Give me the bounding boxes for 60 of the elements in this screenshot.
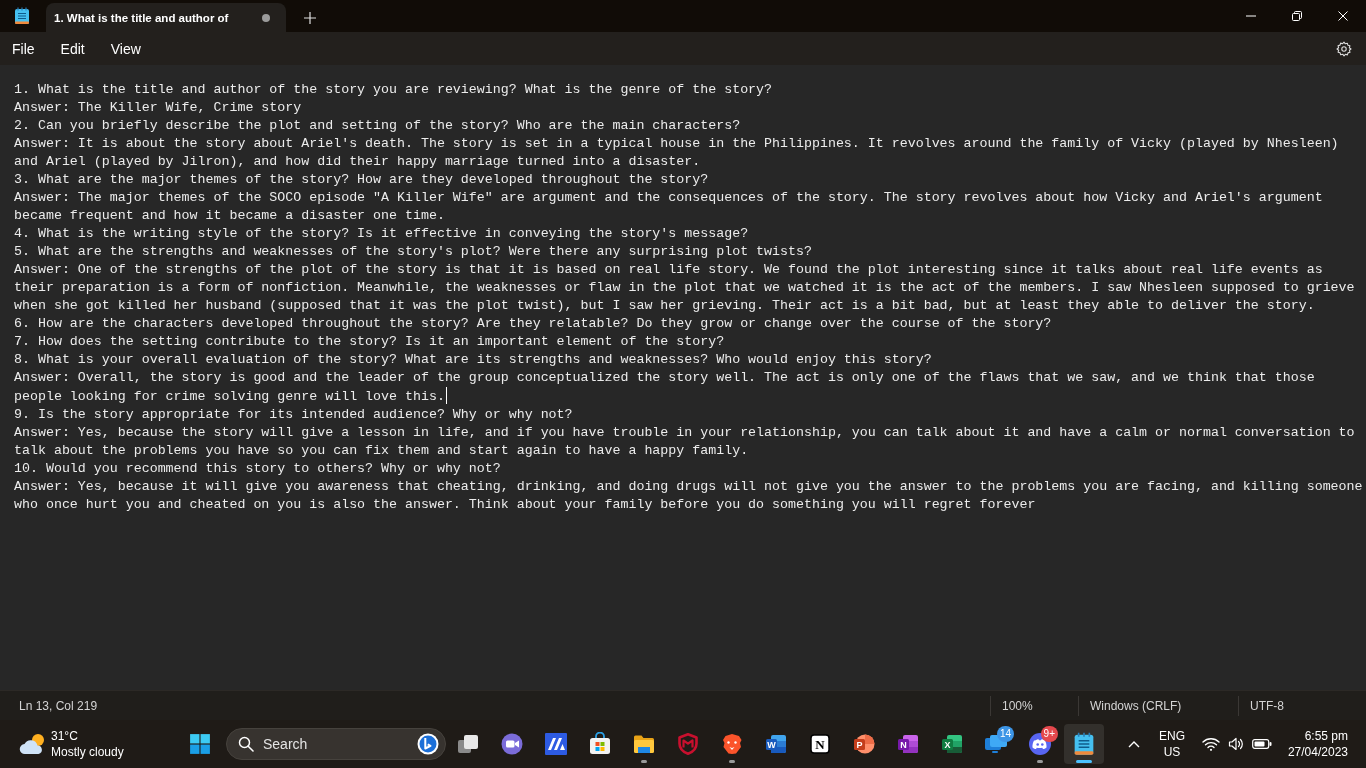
menu-button[interactable]: File — [0, 34, 48, 63]
letter-disc-icon[interactable]: P — [852, 732, 876, 756]
language-button[interactable]: ENG US — [1152, 724, 1192, 764]
shield-icon[interactable] — [676, 732, 700, 756]
taskbar-app-button[interactable]: N — [800, 724, 840, 764]
restore-icon[interactable] — [1292, 11, 1302, 21]
settings-icon[interactable] — [1336, 40, 1352, 57]
lion-head-icon[interactable] — [720, 732, 744, 756]
weather-button[interactable]: 31°C Mostly cloudy — [0, 724, 180, 764]
taskbar-app-button[interactable]: 9+ — [1020, 724, 1060, 764]
circle-logo-icon[interactable] — [417, 733, 439, 755]
text-line: 8. What is your overall evaluation of the story? What are its strengths and weaknesses? Who would enjoy this story? — [14, 352, 932, 367]
taskbar-app-button[interactable] — [1064, 724, 1104, 764]
text-line: Answer: The major themes of the SOCO episode "A Killer Wife" are argument and the consequences of the story. The story revolves about how Vicky and Ariel's argument became frequent and how it became a disaster one time. — [14, 190, 1324, 223]
notification-badge: 14 — [996, 726, 1014, 742]
text-line: 9. Is the story appropriate for its intended audience? Why or why not? — [14, 407, 573, 422]
battery-icon[interactable] — [1252, 739, 1272, 749]
text-line: 1. What is the title and author of the story you are reviewing? What is the genre of the story? — [14, 82, 773, 97]
notification-badge: 9+ — [1040, 726, 1058, 742]
taskbar-app-button[interactable]: W — [756, 724, 796, 764]
chevron-up-icon[interactable] — [1128, 740, 1140, 748]
search-input[interactable]: Search — [263, 733, 413, 755]
notepad-icon[interactable] — [1072, 732, 1096, 756]
text-line: Answer: It is about the story about Ariel's death. The story is set in a typical house in the Philippines. It revolves around the family of Vicky (played by Nhesleen) and Ariel (played by Jilron), and how did their happy marriage turned into a disaster. — [14, 136, 1340, 169]
line-ending-text: Windows (CRLF) — [1090, 698, 1182, 713]
video-camera-icon[interactable] — [500, 732, 524, 756]
text-line: 5. What are the strengths and weaknesses of the story's plot? Were there any surprising plot twists? — [14, 244, 812, 259]
taskbar-app-button[interactable]: P — [844, 724, 884, 764]
plus-icon[interactable] — [304, 11, 316, 24]
four-squares-icon[interactable] — [189, 733, 211, 755]
text-line: Answer: Overall, the story is good and the leader of the group conceptualized the story well. The act is only one of the flaws that we saw, and we think that those people looking for crime solving genre will love this. — [14, 370, 1316, 404]
close-icon[interactable] — [1338, 11, 1348, 21]
text-line: Answer: The Killer Wife, Crime story — [14, 100, 302, 115]
taskbar-app-button[interactable]: X — [932, 724, 972, 764]
text-line: 6. How are the characters developed throughout the story? Are they relatable? Do they grow or change over the course of the story? — [14, 316, 1052, 331]
text-line: 2. Can you briefly describe the plot and setting of the story? Who are the main characters? — [14, 118, 741, 133]
search-bar[interactable]: Search — [226, 728, 446, 760]
text-line: 3. What are the major themes of the story? How are they developed throughout the story? — [14, 172, 709, 187]
document-tab[interactable]: 1. What is the title and author of — [46, 3, 286, 32]
encoding-text: UTF-8 — [1250, 698, 1284, 713]
text-line: 10. Would you recommend this story to others? Why or why not? — [14, 461, 501, 476]
taskbar-app-button[interactable]: N — [888, 724, 928, 764]
menu-button[interactable]: View — [97, 34, 154, 63]
text-line: Answer: Yes, because the story will give a lesson in life, and if you have trouble in your relationship, you can talk about it and have a calm or normal conversation to talk about the problems you have so you can fix them and start again to have a happy family. — [14, 425, 1356, 458]
clock-button[interactable]: 6:55 pm 27/04/2023 — [1280, 724, 1360, 764]
overlapping-squares-icon[interactable] — [456, 732, 480, 756]
cursor-position-text: Ln 13, Col 219 — [18, 698, 99, 713]
shopping-bag-icon[interactable] — [588, 732, 612, 756]
speaker-icon[interactable] — [1228, 737, 1244, 751]
text-line: Answer: Yes, because it will give you awareness that cheating, drinking, and doing drugs will not give you the answer to the problems you are facing, and killing someone who once hurt you and cheated on you is also the answer. Think about your family before you do something you will regret forever — [14, 479, 1364, 512]
text-line: 7. How does the setting contribute to the story? Is it an important element of the story? — [14, 334, 725, 349]
menu-button[interactable]: Edit — [47, 34, 98, 63]
notepad-icon — [14, 7, 30, 25]
search-icon[interactable] — [238, 736, 254, 752]
slanted-stripes-icon[interactable] — [544, 732, 568, 756]
text-line: Answer: One of the strengths of the plot of the story is that it is based on real life story. We found the plot interesting since it talks about real life events as their preparation is a form of nonfiction. Meanwhile, the weaknesses or flaw in the plot that we watched it is the act of the members. I saw Nhesleen supposed to grieve when she got killed her husband (supposed that it was the plot twist), but I saw her grieving. Their act is a bit bad, but at least they able to deliver the story. — [14, 262, 1356, 313]
zoom-level-text: 100% — [1002, 698, 1033, 713]
text-line: 4. What is the writing style of the story? Is it effective in conveying the story's message? — [14, 226, 749, 241]
wifi-icon[interactable] — [1202, 737, 1220, 751]
letter-cube-icon[interactable]: N — [808, 732, 832, 756]
